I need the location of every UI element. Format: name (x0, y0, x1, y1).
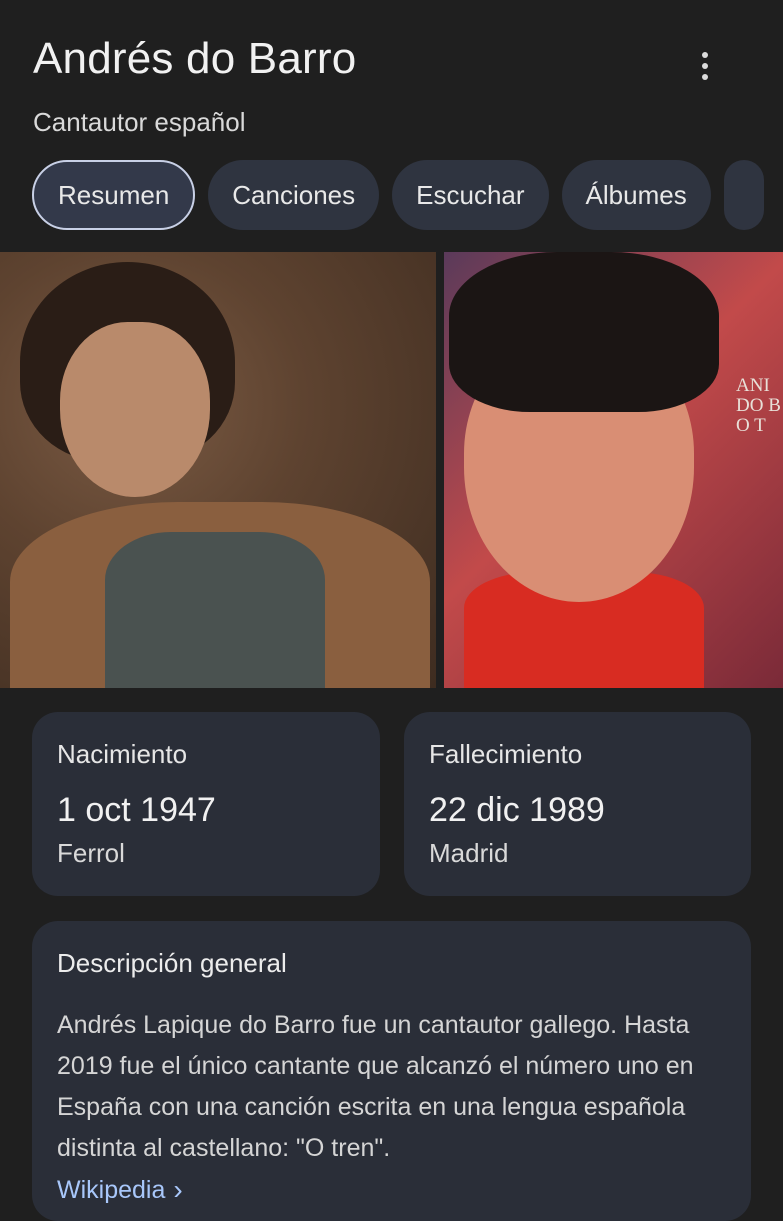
more-dot (702, 63, 708, 69)
death-card[interactable]: Fallecimiento 22 dic 1989 Madrid (404, 712, 751, 896)
wikipedia-link[interactable]: Wikipedia › (57, 1174, 183, 1206)
album-cover-line: O T (736, 415, 766, 436)
more-options-icon[interactable] (688, 46, 722, 86)
artist-photo-2[interactable]: ANI DO B O T (444, 252, 783, 688)
tab-resumen[interactable]: Resumen (32, 160, 196, 230)
overview-title: Descripción general (57, 948, 287, 978)
photo-sweater (105, 532, 325, 688)
death-date: 22 dic 1989 (429, 791, 605, 829)
tab-more[interactable] (723, 160, 764, 230)
death-label: Fallecimiento (429, 739, 583, 769)
tab-albumes[interactable]: Álbumes (561, 160, 711, 230)
birth-date: 1 oct 1947 (57, 791, 216, 829)
wikipedia-link-label: Wikipedia (57, 1175, 166, 1204)
birth-label: Nacimiento (57, 739, 188, 769)
chevron-right-icon: › (173, 1174, 183, 1205)
album-cover-text: ANI DO B O T (736, 376, 781, 436)
overview-card: Descripción general Andrés Lapique do Ba… (32, 921, 751, 1221)
tab-bar: Resumen Canciones Escuchar Álbumes (32, 160, 783, 232)
album-cover-line: DO B (736, 395, 781, 416)
birth-card[interactable]: Nacimiento 1 oct 1947 Ferrol (32, 712, 380, 896)
photo-hair (449, 252, 719, 412)
tab-canciones[interactable]: Canciones (208, 160, 380, 230)
overview-text: Andrés Lapique do Barro fue un cantautor… (57, 1011, 694, 1162)
page-title: Andrés do Barro (33, 34, 357, 83)
birth-place: Ferrol (57, 838, 125, 868)
page-subtitle: Cantautor español (33, 107, 246, 137)
photo-face (60, 322, 210, 497)
death-place: Madrid (429, 838, 509, 868)
artist-photo-1[interactable] (0, 252, 436, 688)
more-dot (702, 52, 708, 58)
album-cover-line: ANI (736, 375, 770, 396)
more-dot (702, 74, 708, 80)
tab-escuchar[interactable]: Escuchar (392, 160, 549, 230)
